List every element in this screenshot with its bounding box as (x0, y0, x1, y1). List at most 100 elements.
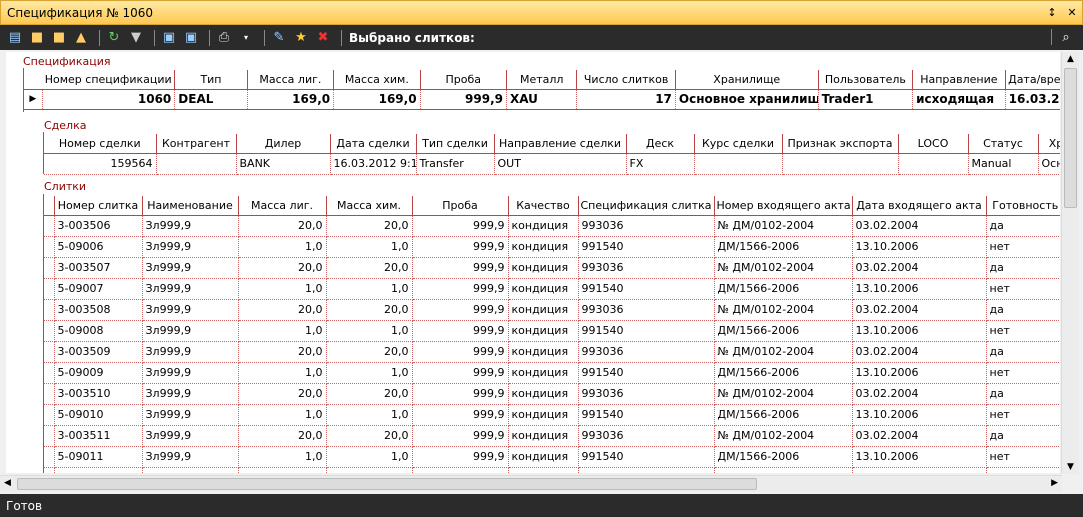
column-header[interactable]: Дата/вре (1005, 70, 1060, 90)
table-cell[interactable]: 5-09007 (54, 278, 143, 300)
table-cell[interactable]: нет (986, 278, 1060, 300)
table-cell[interactable]: кондиция (508, 362, 579, 384)
table-cell[interactable]: да (986, 425, 1060, 447)
spec-cell[interactable]: DEAL (174, 89, 248, 110)
table-cell[interactable]: 993036 (578, 467, 715, 473)
column-header[interactable]: Проба (420, 70, 508, 90)
deal-cell[interactable] (694, 153, 783, 175)
column-header[interactable]: Готовность к з (986, 196, 1060, 216)
table-cell[interactable]: Зл999,9 (142, 257, 239, 279)
table-cell[interactable]: 13.10.2006 (852, 404, 987, 426)
scroll-down-icon[interactable]: ▼ (1062, 462, 1079, 472)
deal-cell[interactable]: Transfer (416, 153, 495, 175)
table-cell[interactable]: 3-003508 (54, 299, 143, 321)
spec-cell[interactable]: 169,0 (247, 89, 335, 110)
spec-cell[interactable]: Trader1 (818, 89, 914, 110)
folder-icon[interactable]: ■ (50, 29, 68, 47)
table-cell[interactable]: кондиция (508, 299, 579, 321)
table-cell[interactable]: да (986, 341, 1060, 363)
column-header[interactable]: LOCO (898, 134, 969, 154)
table-cell[interactable]: кондиция (508, 278, 579, 300)
table-cell[interactable]: 03.02.2004 (852, 299, 987, 321)
table-cell[interactable]: 3-003511 (54, 425, 143, 447)
table-cell[interactable]: 1,0 (238, 278, 327, 300)
table-cell[interactable]: нет (986, 236, 1060, 258)
table-cell[interactable]: Зл999,9 (142, 341, 239, 363)
export-icon[interactable]: ▣ (160, 29, 178, 47)
spec-cell[interactable]: 1060 (42, 89, 176, 110)
table-cell[interactable]: 1,0 (238, 236, 327, 258)
table-cell[interactable]: 3-003509 (54, 341, 143, 363)
table-cell[interactable]: кондиция (508, 404, 579, 426)
deal-cell[interactable]: 159564 (44, 153, 157, 175)
vertical-scroll-thumb[interactable] (1064, 68, 1077, 208)
table-row[interactable]: 3-003511 Зл999,9 20,0 20,0 999,9 кондиция 9930… (44, 425, 1060, 447)
table-row[interactable]: 3-003507 Зл999,9 20,0 20,0 999,9 кондиция 9930… (44, 257, 1060, 279)
column-header[interactable]: Пользователь (818, 70, 914, 90)
deal-cell[interactable] (156, 153, 237, 175)
table-cell[interactable]: 03.02.2004 (852, 383, 987, 405)
deal-cell[interactable] (782, 153, 899, 175)
import-icon[interactable]: ▣ (182, 29, 200, 47)
scroll-right-icon[interactable]: ▶ (1051, 478, 1058, 488)
table-cell[interactable]: нет (986, 362, 1060, 384)
table-cell[interactable]: кондиция (508, 446, 579, 468)
column-header[interactable]: Наименование (142, 196, 239, 216)
table-cell[interactable]: 1,0 (326, 320, 413, 342)
table-cell[interactable]: № ДМ/0102-2004 (714, 341, 853, 363)
table-cell[interactable]: 3-003506 (54, 215, 143, 237)
table-cell[interactable]: Зл999,9 (142, 320, 239, 342)
table-cell[interactable]: да (986, 215, 1060, 237)
row-selector[interactable] (44, 467, 55, 473)
table-cell[interactable]: 5-09011 (54, 446, 143, 468)
table-cell[interactable]: 999,9 (412, 383, 509, 405)
table-cell[interactable]: Зл999,9 (142, 404, 239, 426)
table-cell[interactable]: да (986, 383, 1060, 405)
table-cell[interactable]: кондиция (508, 383, 579, 405)
column-header[interactable]: Признак экспорта (782, 134, 899, 154)
column-header[interactable]: Контрагент (156, 134, 237, 154)
column-header[interactable]: Направление (912, 70, 1006, 90)
table-cell[interactable]: 20,0 (238, 383, 327, 405)
table-cell[interactable]: 20,0 (326, 341, 413, 363)
table-cell[interactable]: кондиция (508, 215, 579, 237)
table-row[interactable]: 5-09007 Зл999,9 1,0 1,0 999,9 кондиция 991540 Д… (44, 278, 1060, 300)
column-header[interactable]: Проба (412, 196, 509, 216)
table-cell[interactable]: 991540 (578, 404, 715, 426)
column-header[interactable]: Металл (506, 70, 578, 90)
table-cell[interactable]: 03.02.2004 (852, 341, 987, 363)
table-cell[interactable]: 13.10.2006 (852, 320, 987, 342)
spec-cell[interactable]: исходящая (912, 89, 1006, 110)
table-cell[interactable]: нет (986, 320, 1060, 342)
column-header[interactable]: Тип сделки (416, 134, 495, 154)
row-selector[interactable] (44, 446, 55, 468)
table-cell[interactable]: да (986, 257, 1060, 279)
table-cell[interactable]: 03.02.2004 (852, 215, 987, 237)
deal-cell[interactable]: Manual (968, 153, 1039, 175)
table-row[interactable]: 3-003508 Зл999,9 20,0 20,0 999,9 кондиция 9930… (44, 299, 1060, 321)
column-header[interactable]: Номер спецификации (42, 70, 176, 90)
deal-cell[interactable] (898, 153, 969, 175)
vertical-scrollbar[interactable]: ▲ ▼ (1061, 52, 1079, 474)
column-header[interactable]: Хранилище (675, 70, 819, 90)
table-cell[interactable]: ДМ/1566-2006 (714, 278, 853, 300)
folder-up-icon[interactable]: ▲ (72, 29, 90, 47)
table-cell[interactable]: 999,9 (412, 467, 509, 473)
deal-row[interactable]: 159564 BANK 16.03.2012 9:1... Transfer O… (44, 153, 1060, 175)
table-cell[interactable]: № ДМ/0102-2004 (714, 467, 853, 473)
table-cell[interactable]: кондиция (508, 236, 579, 258)
print-icon[interactable]: ⎙ (215, 29, 233, 47)
table-row[interactable]: 3-003510 Зл999,9 20,0 20,0 999,9 кондиция 9930… (44, 383, 1060, 405)
edit-icon[interactable]: ✎ (270, 29, 288, 47)
table-cell[interactable]: нет (986, 404, 1060, 426)
table-cell[interactable]: 993036 (578, 341, 715, 363)
deal-cell[interactable]: 16.03.2012 9:1... (330, 153, 417, 175)
column-header[interactable]: Хр (1038, 134, 1060, 154)
spec-cell[interactable]: 17 (576, 89, 676, 110)
search-icon[interactable]: ⌕ (1057, 28, 1075, 46)
table-cell[interactable]: Зл999,9 (142, 425, 239, 447)
table-cell[interactable]: 991540 (578, 236, 715, 258)
table-cell[interactable]: 3-003510 (54, 383, 143, 405)
deal-cell[interactable]: FX (626, 153, 695, 175)
table-cell[interactable]: кондиция (508, 425, 579, 447)
